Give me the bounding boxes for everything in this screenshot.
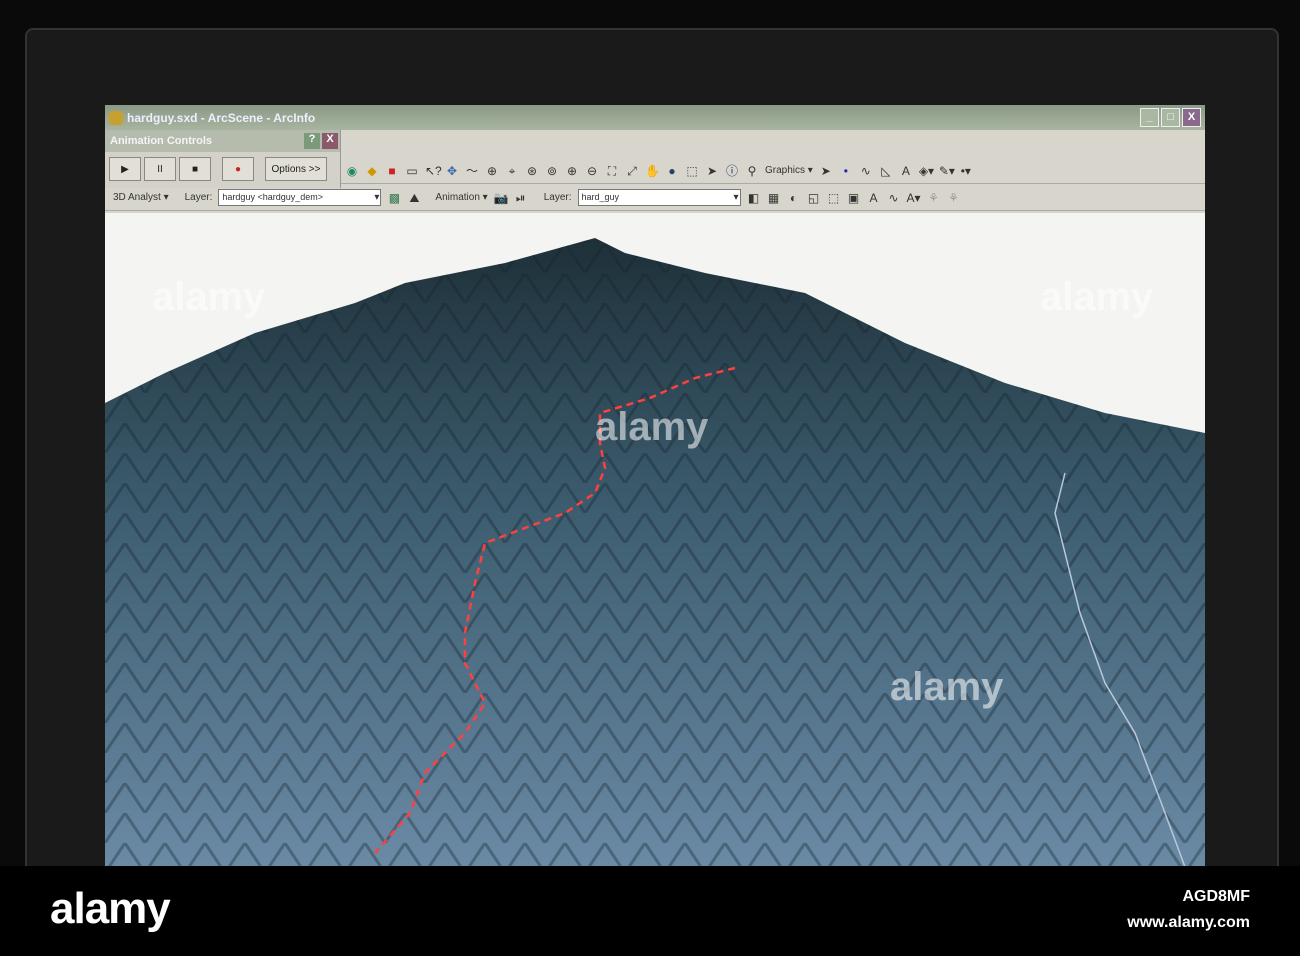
- layer-properties-icon[interactable]: ◧: [747, 191, 761, 205]
- animation-controls-icon[interactable]: ⏯: [514, 191, 528, 205]
- set-observer-icon[interactable]: ⊚: [545, 164, 559, 178]
- watermark: alamy: [1040, 275, 1154, 319]
- maximize-button[interactable]: □: [1161, 108, 1180, 127]
- zoom-target-icon[interactable]: ⊕: [485, 164, 499, 178]
- select-pointer-icon[interactable]: ➤: [705, 164, 719, 178]
- watermark: alamy: [595, 405, 709, 449]
- title-bar: hardguy.sxd - ArcScene - ArcInfo _ □ X: [105, 105, 1205, 130]
- find-binoculars-icon[interactable]: ⚲: [745, 164, 759, 178]
- shade-icon[interactable]: ◐: [787, 191, 801, 205]
- fly-icon[interactable]: 〜: [465, 164, 479, 178]
- layer2-select[interactable]: hard_guy: [577, 189, 741, 206]
- window-title: hardguy.sxd - ArcScene - ArcInfo: [127, 110, 316, 125]
- arcscene-window: hardguy.sxd - ArcScene - ArcInfo _ □ X A…: [105, 105, 1205, 867]
- marker-color-icon[interactable]: •▾: [959, 164, 973, 178]
- zoom-extent-icon[interactable]: ⛶: [605, 164, 619, 178]
- whats-this-icon[interactable]: ↖?: [425, 164, 442, 178]
- window-icon[interactable]: ▭: [405, 164, 419, 178]
- text-icon[interactable]: A: [899, 164, 913, 178]
- pan-hand-icon[interactable]: ✋: [645, 164, 660, 178]
- point-icon[interactable]: •: [839, 164, 853, 178]
- options-button[interactable]: Options >>: [265, 157, 327, 181]
- disabled-tool2-icon: ⚘: [948, 190, 959, 205]
- graphics-menu[interactable]: Graphics ▾: [765, 165, 813, 176]
- animation-controls-panel: Animation Controls ? X ▶ II ■ ● Options …: [105, 130, 341, 188]
- minimize-button[interactable]: _: [1140, 108, 1159, 127]
- record-button[interactable]: ●: [222, 157, 254, 181]
- line-of-sight-icon[interactable]: ⛰: [407, 191, 421, 205]
- zoom-out-icon[interactable]: ⊖: [585, 164, 599, 178]
- layer2-label: Layer:: [543, 192, 572, 203]
- alamy-logo: alamy: [50, 884, 171, 933]
- bus-icon[interactable]: ▣: [847, 191, 861, 205]
- help-button[interactable]: ?: [304, 133, 320, 149]
- layer-label: Layer:: [184, 192, 213, 203]
- edit-icon[interactable]: ◱: [807, 191, 821, 205]
- full-extent-icon[interactable]: ⤢: [625, 164, 639, 178]
- center-target-icon[interactable]: ⌖: [505, 164, 519, 178]
- zoom-to-target-icon[interactable]: ⊛: [525, 164, 539, 178]
- layer-select[interactable]: hardguy <hardguy_dem>: [218, 189, 382, 206]
- panel-close-button[interactable]: X: [322, 133, 338, 149]
- 3d-analyst-menu[interactable]: 3D Analyst ▾: [113, 192, 169, 203]
- select-features-icon[interactable]: ⬚: [685, 164, 699, 178]
- analyst-toolbar: 3D Analyst ▾ Layer: hardguy <hardguy_dem…: [105, 185, 1205, 211]
- frame-icon[interactable]: ⬚: [827, 191, 841, 205]
- disabled-tool-icon: ⚘: [928, 190, 939, 205]
- select-elements-icon[interactable]: ➤: [819, 164, 833, 178]
- identify-icon[interactable]: ⓘ: [725, 164, 739, 178]
- grid-icon[interactable]: ▦: [767, 191, 781, 205]
- watermark: alamy: [152, 275, 266, 319]
- pause-button[interactable]: II: [144, 157, 176, 181]
- contour-icon[interactable]: ▩: [387, 191, 401, 205]
- animation-menu[interactable]: Animation ▾: [435, 192, 487, 203]
- stop-button[interactable]: ■: [179, 157, 211, 181]
- globe-icon[interactable]: ●: [665, 164, 679, 178]
- panel-title: Animation Controls: [110, 135, 213, 147]
- stock-footer: alamy AGD8MF www.alamy.com: [0, 866, 1300, 956]
- layers-icon[interactable]: ◆: [365, 164, 379, 178]
- capture-view-icon[interactable]: 📷: [494, 191, 509, 205]
- font-color-icon[interactable]: A▾: [907, 191, 921, 205]
- add-data-icon[interactable]: ◉: [345, 164, 359, 178]
- line-color-icon[interactable]: ✎▾: [939, 164, 955, 178]
- line-style-icon[interactable]: ∿: [887, 191, 901, 205]
- close-button[interactable]: X: [1182, 108, 1201, 127]
- app-icon: [109, 110, 123, 125]
- zoom-in-icon[interactable]: ⊕: [565, 164, 579, 178]
- label-icon[interactable]: A: [867, 191, 881, 205]
- site-url: www.alamy.com: [1127, 914, 1250, 931]
- line-icon[interactable]: ∿: [859, 164, 873, 178]
- navigate-icon[interactable]: ✥: [445, 164, 459, 178]
- image-id: AGD8MF: [1182, 888, 1250, 905]
- play-button[interactable]: ▶: [109, 157, 141, 181]
- polygon-icon[interactable]: ◺: [879, 164, 893, 178]
- toolbox-icon[interactable]: ■: [385, 164, 399, 178]
- fill-color-icon[interactable]: ◈▾: [919, 164, 934, 178]
- watermark: alamy: [890, 665, 1004, 709]
